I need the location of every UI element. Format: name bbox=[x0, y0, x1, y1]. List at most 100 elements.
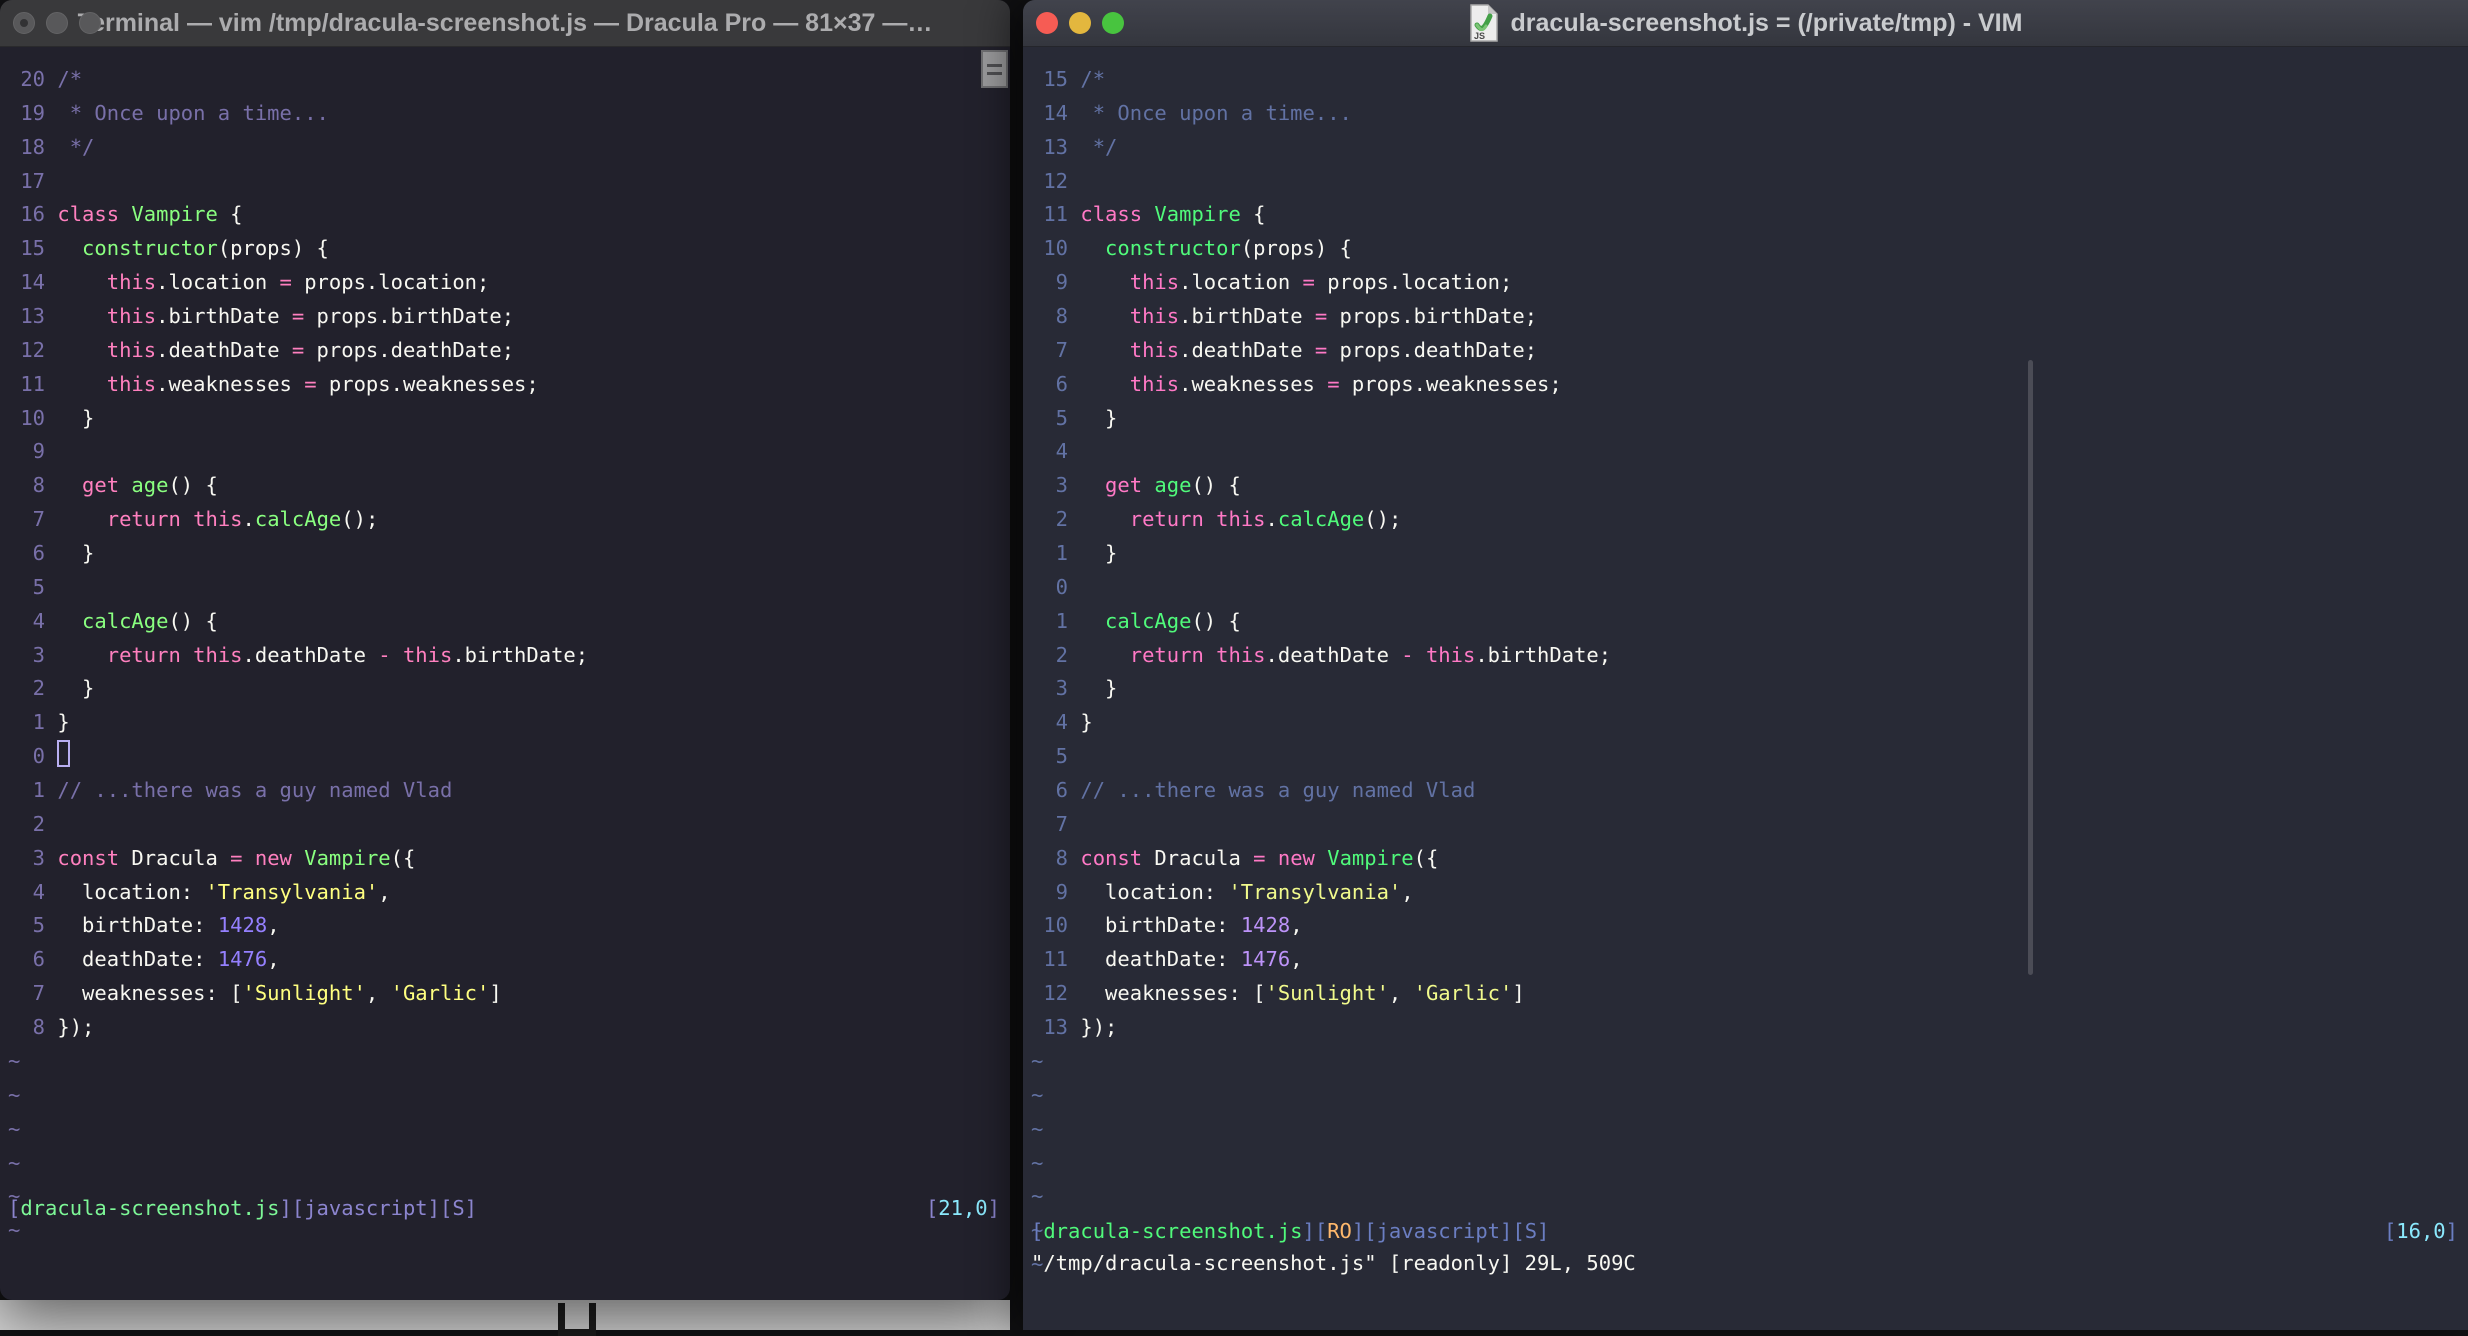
buffer-line[interactable]: 8 const Dracula = new Vampire({ bbox=[1031, 842, 2468, 876]
buffer-line[interactable]: 8 }); bbox=[8, 1011, 1010, 1045]
buffer-line[interactable]: 7 this.deathDate = props.deathDate; bbox=[1031, 334, 2468, 368]
code-token: .weaknesses bbox=[1179, 371, 1328, 396]
code-token: = bbox=[1302, 270, 1315, 295]
line-number: 15 bbox=[20, 236, 46, 261]
terminal-titlebar[interactable]: Terminal — vim /tmp/dracula-screenshot.j… bbox=[0, 0, 1010, 88]
buffer-line[interactable]: 14 this.location = props.location; bbox=[8, 266, 1010, 300]
code-token: props.weaknesses; bbox=[316, 371, 539, 396]
zoom-button[interactable] bbox=[1102, 12, 1124, 34]
line-number: 17 bbox=[20, 168, 46, 193]
buffer-line[interactable]: 9 bbox=[8, 435, 1010, 469]
buffer-line[interactable]: 9 location: 'Transylvania', bbox=[1031, 876, 2468, 910]
code-token: props.deathDate; bbox=[304, 337, 515, 362]
buffer-line[interactable]: 5 birthDate: 1428, bbox=[8, 909, 1010, 943]
code-token: ~ bbox=[1031, 1184, 1044, 1209]
buffer-line[interactable]: 15 constructor(props) { bbox=[8, 232, 1010, 266]
minimize-button[interactable] bbox=[1069, 12, 1091, 34]
buffer-line[interactable]: 2 return this.calcAge(); bbox=[1031, 503, 2468, 537]
code-token: const bbox=[57, 845, 120, 870]
code-token: ~ bbox=[1031, 1082, 1044, 1107]
code-token: class bbox=[57, 202, 120, 227]
buffer-line[interactable]: 4 location: 'Transylvania', bbox=[8, 876, 1010, 910]
code-token: constructor bbox=[82, 236, 218, 261]
buffer-line[interactable]: 4 calcAge() { bbox=[8, 605, 1010, 639]
buffer-line[interactable]: 7 return this.calcAge(); bbox=[8, 503, 1010, 537]
vim-buffer-right[interactable]: 15 /* 14 * Once upon a time... 13 */12 11 … bbox=[1023, 47, 2468, 1330]
buffer-line[interactable]: 3 get age() { bbox=[1031, 469, 2468, 503]
buffer-line[interactable]: 2 } bbox=[8, 672, 1010, 706]
buffer-line[interactable]: 6 deathDate: 1476, bbox=[8, 943, 1010, 977]
buffer-line[interactable]: 4 } bbox=[1031, 706, 2468, 740]
buffer-line[interactable]: 13 */ bbox=[1031, 131, 2468, 165]
close-button[interactable] bbox=[13, 12, 35, 34]
buffer-line[interactable]: 15 /* bbox=[1031, 63, 2468, 97]
buffer-line[interactable]: 2 return this.deathDate - this.birthDate… bbox=[1031, 639, 2468, 673]
macvim-titlebar[interactable]: JS dracula-screenshot.js = (/private/tmp… bbox=[1023, 0, 2468, 47]
terminal-window-title: Terminal — vim /tmp/dracula-screenshot.j… bbox=[77, 8, 933, 37]
buffer-line[interactable]: 11 class Vampire { bbox=[1031, 198, 2468, 232]
buffer-line[interactable]: 13 }); bbox=[1031, 1011, 2468, 1045]
tilde-line: ~ bbox=[1031, 1045, 2468, 1079]
buffer-line[interactable]: 6 // ...there was a guy named Vlad bbox=[1031, 774, 2468, 808]
code-token: } bbox=[57, 710, 70, 735]
code-token: props.deathDate; bbox=[1327, 337, 1538, 362]
buffer-line[interactable]: 1 calcAge() { bbox=[1031, 605, 2468, 639]
buffer-line[interactable]: 5 } bbox=[1031, 402, 2468, 436]
buffer-line[interactable]: 1 } bbox=[1031, 537, 2468, 571]
line-number: 10 bbox=[1043, 913, 1069, 938]
buffer-line[interactable]: 19 * Once upon a time... bbox=[8, 97, 1010, 131]
buffer-line[interactable]: 8 get age() { bbox=[8, 469, 1010, 503]
minimize-button[interactable] bbox=[46, 12, 68, 34]
buffer-line[interactable]: 11 this.weaknesses = props.weaknesses; bbox=[8, 368, 1010, 402]
buffer-line[interactable]: 20 /* bbox=[8, 63, 1010, 97]
buffer-line[interactable]: 16 class Vampire { bbox=[8, 198, 1010, 232]
buffer-line[interactable]: 3 } bbox=[1031, 672, 2468, 706]
buffer-line[interactable]: 18 */ bbox=[8, 131, 1010, 165]
buffer-line[interactable]: 12 weaknesses: ['Sunlight', 'Garlic'] bbox=[1031, 977, 2468, 1011]
buffer-line[interactable]: 2 bbox=[8, 808, 1010, 842]
buffer-line[interactable]: 0 bbox=[1031, 571, 2468, 605]
buffer-line[interactable]: 12 this.deathDate = props.deathDate; bbox=[8, 334, 1010, 368]
code-token: dracula-screenshot.js bbox=[1043, 1219, 1303, 1243]
buffer-line[interactable]: 10 } bbox=[8, 402, 1010, 436]
buffer-line[interactable]: 1 } bbox=[8, 706, 1010, 740]
buffer-line[interactable]: 4 bbox=[1031, 435, 2468, 469]
buffer-line[interactable]: 10 constructor(props) { bbox=[1031, 232, 2468, 266]
vim-buffer-left[interactable]: 20 /* 19 * Once upon a time... 18 */ 17 16 … bbox=[0, 47, 1010, 1300]
buffer-line[interactable]: 1 // ...there was a guy named Vlad bbox=[8, 774, 1010, 808]
buffer-line[interactable]: 6 this.weaknesses = props.weaknesses; bbox=[1031, 368, 2468, 402]
buffer-line[interactable]: 14 * Once upon a time... bbox=[1031, 97, 2468, 131]
buffer-line[interactable]: 8 this.birthDate = props.birthDate; bbox=[1031, 300, 2468, 334]
buffer-line[interactable]: 5 bbox=[8, 571, 1010, 605]
line-number: 6 bbox=[32, 541, 46, 566]
buffer-line[interactable]: 7 bbox=[1031, 808, 2468, 842]
zoom-button[interactable] bbox=[79, 12, 101, 34]
code-token: this bbox=[1425, 642, 1476, 667]
code-token: , bbox=[1290, 913, 1303, 938]
buffer-line[interactable]: 3 const Dracula = new Vampire({ bbox=[8, 842, 1010, 876]
code-token: this bbox=[1129, 371, 1180, 396]
buffer-line[interactable]: 0 bbox=[8, 740, 1010, 774]
buffer-line[interactable]: 6 } bbox=[8, 537, 1010, 571]
buffer-line[interactable]: 3 return this.deathDate - this.birthDate… bbox=[8, 639, 1010, 673]
buffer-line[interactable]: 11 deathDate: 1476, bbox=[1031, 943, 2468, 977]
background-window-strip bbox=[0, 1300, 1010, 1336]
line-number: 16 bbox=[20, 202, 46, 227]
buffer-line[interactable]: 10 birthDate: 1428, bbox=[1031, 909, 2468, 943]
buffer-line[interactable]: 12 bbox=[1031, 165, 2468, 199]
code-token: 'Transylvania' bbox=[1228, 879, 1402, 904]
buffer-line[interactable]: 5 bbox=[1031, 740, 2468, 774]
code-token: deathDate: bbox=[57, 947, 218, 972]
close-button[interactable] bbox=[1036, 12, 1058, 34]
buffer-line[interactable]: 17 bbox=[8, 165, 1010, 199]
buffer-line[interactable]: 9 this.location = props.location; bbox=[1031, 266, 2468, 300]
buffer-line[interactable]: 7 weaknesses: ['Sunlight', 'Garlic'] bbox=[8, 977, 1010, 1011]
line-number: 0 bbox=[1055, 574, 1069, 599]
code-token: .deathDate bbox=[1179, 337, 1315, 362]
scrollbar-thumb[interactable] bbox=[2028, 360, 2033, 975]
buffer-line[interactable]: 13 this.birthDate = props.birthDate; bbox=[8, 300, 1010, 334]
